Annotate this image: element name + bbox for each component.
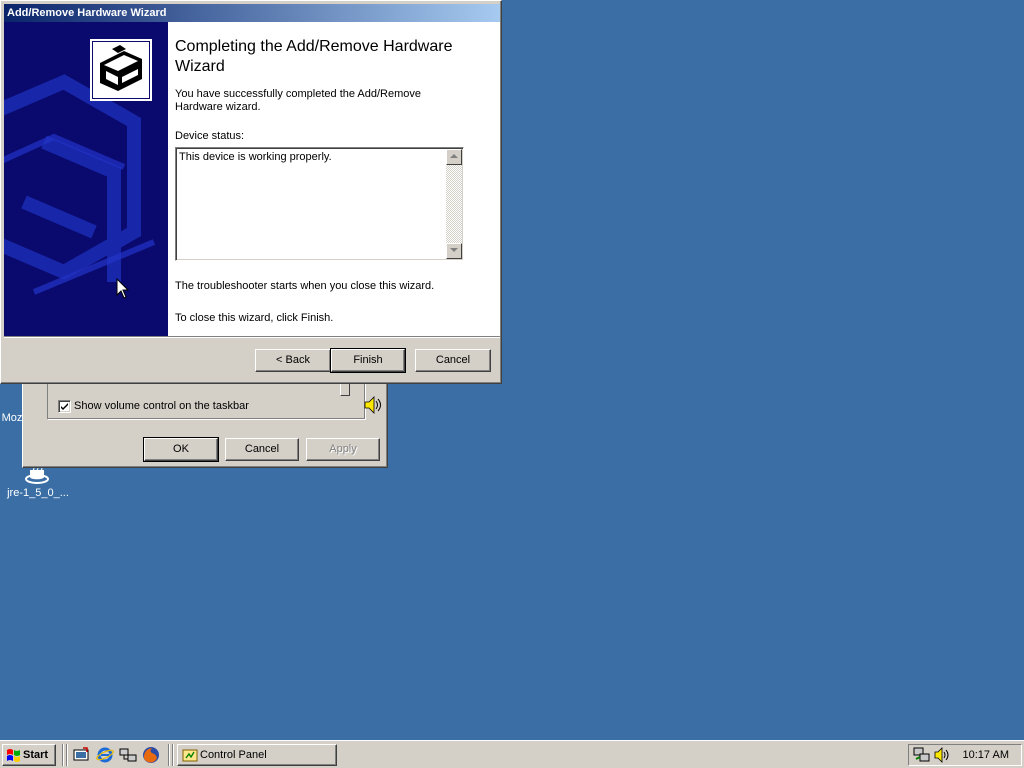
arrow-up-icon bbox=[450, 154, 458, 158]
ok-button[interactable]: OK bbox=[143, 437, 219, 462]
taskbar-divider bbox=[66, 744, 68, 766]
scroll-down-button[interactable] bbox=[446, 243, 462, 259]
sounds-properties-dialog: Show volume control on the taskbar OK Ca… bbox=[22, 378, 388, 468]
volume-icon[interactable] bbox=[933, 747, 951, 763]
desktop-icon-label: jre-1_5_0_... bbox=[7, 487, 69, 499]
mouse-pointer-icon bbox=[116, 278, 130, 299]
desktop-icon-label: Moz bbox=[1, 412, 23, 424]
hardware-wizard-window: Add/Remove Hardware Wizard Completing th… bbox=[0, 0, 502, 384]
wizard-side-banner bbox=[4, 22, 168, 336]
arrow-down-icon bbox=[450, 248, 458, 252]
volume-slider-thumb[interactable] bbox=[340, 384, 350, 396]
network-status-icon[interactable] bbox=[913, 747, 931, 763]
apply-button[interactable]: Apply bbox=[306, 438, 380, 461]
firefox-icon[interactable] bbox=[142, 746, 160, 764]
taskbar-divider bbox=[172, 744, 174, 766]
wizard-title-bar[interactable]: Add/Remove Hardware Wizard bbox=[4, 4, 500, 22]
hardware-device-icon bbox=[93, 42, 149, 98]
scroll-up-button[interactable] bbox=[446, 149, 462, 165]
volume-group-box: Show volume control on the taskbar bbox=[47, 379, 381, 419]
device-status-text: This device is working properly. bbox=[179, 151, 332, 163]
taskbar-divider bbox=[62, 744, 64, 766]
control-panel-icon bbox=[182, 749, 198, 762]
show-desktop-icon[interactable] bbox=[72, 746, 90, 764]
device-status-label: Device status: bbox=[175, 130, 245, 142]
show-volume-checkbox[interactable] bbox=[58, 400, 71, 413]
java-installer-icon bbox=[25, 466, 49, 484]
speaker-icon bbox=[364, 396, 381, 414]
device-status-textbox[interactable]: This device is working properly. bbox=[175, 147, 464, 261]
finish-button[interactable]: Finish bbox=[330, 348, 406, 373]
network-icon[interactable] bbox=[119, 746, 137, 764]
system-tray: 10:17 AM bbox=[908, 744, 1022, 766]
desktop-icon-mozilla[interactable]: Moz bbox=[0, 412, 24, 424]
wizard-content-pane: Completing the Add/Remove Hardware Wizar… bbox=[168, 22, 500, 336]
back-button[interactable]: < Back bbox=[255, 349, 331, 372]
show-volume-label: Show volume control on the taskbar bbox=[74, 400, 249, 412]
clock[interactable]: 10:17 AM bbox=[963, 749, 1009, 761]
taskbar-divider bbox=[168, 744, 170, 766]
internet-explorer-icon[interactable] bbox=[96, 746, 114, 764]
start-label: Start bbox=[23, 749, 49, 761]
start-button[interactable]: Start bbox=[2, 744, 56, 766]
taskbar: Start Control Panel 10:17 AM bbox=[0, 740, 1024, 768]
wizard-separator bbox=[4, 336, 500, 338]
checkmark-icon bbox=[61, 403, 68, 410]
wizard-description: You have successfully completed the Add/… bbox=[175, 88, 422, 113]
wizard-heading: Completing the Add/Remove Hardware Wizar… bbox=[175, 38, 453, 75]
troubleshooter-note: The troubleshooter starts when you close… bbox=[175, 280, 435, 292]
windows-logo-icon bbox=[7, 749, 20, 762]
cancel-button[interactable]: Cancel bbox=[225, 438, 299, 461]
hardware-logo bbox=[90, 39, 152, 101]
close-instruction: To close this wizard, click Finish. bbox=[175, 312, 334, 324]
task-label: Control Panel bbox=[200, 749, 267, 761]
desktop-icon-jre[interactable]: jre-1_5_0_... bbox=[2, 466, 74, 499]
cancel-button[interactable]: Cancel bbox=[415, 349, 491, 372]
vertical-scrollbar[interactable] bbox=[446, 149, 462, 259]
taskbar-button-control-panel[interactable]: Control Panel bbox=[177, 744, 337, 766]
